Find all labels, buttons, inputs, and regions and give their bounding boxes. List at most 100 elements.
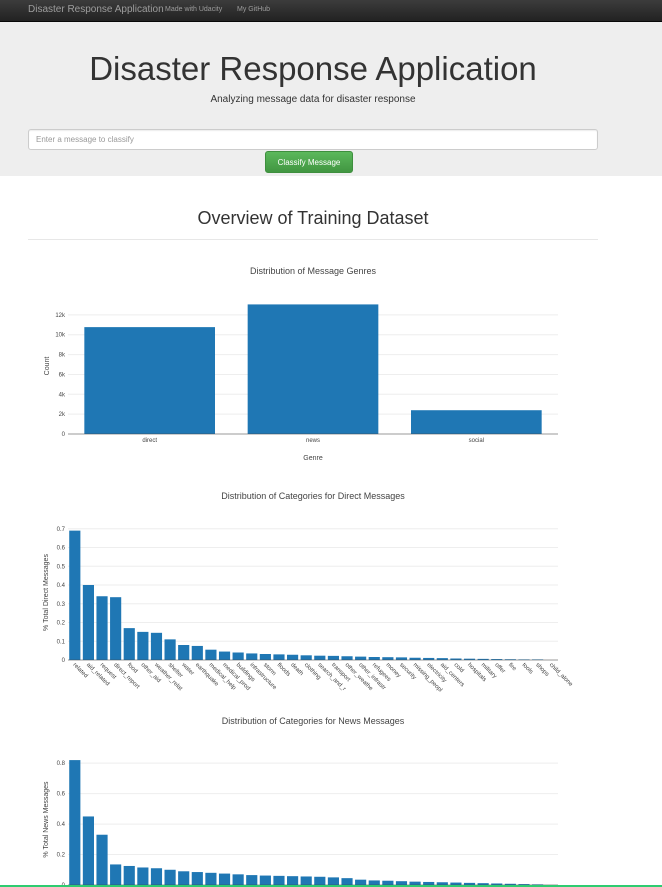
direct-chart-ytick-label: 0 (62, 658, 66, 664)
direct-chart-xtick-label: fire (507, 662, 518, 673)
message-input[interactable] (28, 129, 598, 150)
direct-chart-bar (287, 654, 299, 660)
direct-chart-ytick-label: 0.3 (57, 602, 66, 608)
news-chart-bar (341, 878, 353, 885)
news-chart-yaxis-title: % Total News Messages (43, 781, 50, 858)
news-chart-bar (232, 874, 244, 885)
direct-chart-xtick-label: floods (276, 662, 292, 678)
direct-chart-bar (96, 596, 108, 660)
nav-link-github[interactable]: My GitHub (237, 6, 270, 13)
genre-chart-bar (247, 304, 379, 434)
genre-chart-ytick-label: 0 (62, 432, 66, 438)
classify-message-button[interactable]: Classify Message (265, 151, 353, 173)
news-chart-bar (218, 873, 231, 885)
chart-message-genres: Distribution of Message Genres 0 2k 4k 6k 8k 1… (44, 266, 558, 462)
direct-chart-bar (123, 628, 135, 660)
direct-chart-bar (259, 654, 271, 660)
direct-chart-bar (314, 655, 326, 660)
news-chart-ytick-label: 0.8 (57, 761, 66, 767)
jumbotron: Disaster Response Application Analyzing … (0, 22, 662, 176)
news-chart-bar (69, 760, 81, 885)
direct-chart-bar (246, 653, 258, 660)
direct-chart-ytick-label: 0.1 (57, 639, 66, 645)
news-chart-bar (150, 868, 163, 885)
direct-chart-bar (191, 645, 203, 660)
overview-title: Overview of Training Dataset (197, 208, 429, 228)
section-divider (28, 239, 598, 240)
genre-chart-bar (411, 410, 542, 434)
genre-chart-ytick-label: 2k (59, 412, 66, 418)
navbar: Disaster Response Application Made with … (0, 0, 662, 22)
genre-chart-xtick-label: news (306, 438, 320, 444)
genre-chart-ytick-label: 6k (59, 372, 66, 378)
genre-chart-title: Distribution of Message Genres (250, 266, 377, 276)
direct-chart-bar (178, 645, 190, 660)
direct-chart-bar (82, 585, 94, 660)
genre-chart-xtick-label: social (469, 438, 484, 444)
direct-chart-bar (423, 657, 435, 660)
genre-chart-ytick-label: 12k (55, 313, 66, 319)
news-chart-bar (205, 872, 217, 885)
direct-chart-bar (395, 657, 408, 660)
direct-chart-xtick-label: tools (521, 662, 534, 675)
direct-chart-bar (110, 597, 122, 660)
news-chart-bar (300, 876, 312, 885)
news-chart-title: Distribution of Categories for News Mess… (222, 716, 405, 726)
news-chart-ytick-label: 0.6 (57, 792, 66, 798)
direct-chart-bar (205, 649, 217, 660)
news-chart-bar (191, 872, 203, 885)
news-chart-bar (137, 867, 149, 885)
direct-chart-bar (164, 639, 176, 660)
direct-chart-bar (355, 656, 367, 660)
direct-chart-ytick-label: 0.6 (57, 546, 66, 552)
direct-chart-ytick-label: 0.5 (57, 564, 66, 570)
page-title: Disaster Response Application (89, 50, 537, 87)
news-chart-ytick-label: 0.2 (57, 853, 66, 859)
news-chart-bar (96, 834, 108, 885)
page-subtitle: Analyzing message data for disaster resp… (210, 94, 416, 105)
news-chart-ytick-label: 0.4 (57, 822, 66, 828)
news-chart-bar (314, 876, 326, 885)
chart-news-categories: Distribution of Categories for News Mess… (43, 716, 558, 887)
nav-link-udacity[interactable]: Made with Udacity (165, 6, 222, 13)
direct-chart-xtick-label: child_alone (548, 662, 574, 688)
direct-chart-bar (273, 654, 285, 660)
direct-chart-ytick-label: 0.7 (57, 527, 66, 533)
genre-chart-ytick-label: 8k (59, 353, 66, 359)
direct-chart-xtick-label: death (289, 662, 304, 677)
direct-chart-bar (137, 631, 149, 660)
genre-chart-ytick-label: 10k (55, 333, 66, 339)
news-chart-bar (287, 876, 299, 885)
news-chart-bar (259, 875, 271, 885)
direct-chart-bar (382, 657, 394, 660)
news-chart-bar (178, 871, 190, 885)
genre-chart-yaxis-title: Count (44, 357, 51, 376)
direct-chart-ytick-label: 0.2 (57, 621, 66, 627)
direct-chart-bar (69, 530, 81, 660)
news-chart-bar (246, 875, 258, 885)
direct-chart-xtick-label: shops (534, 662, 550, 678)
direct-chart-bar (409, 657, 421, 660)
direct-chart-bar (150, 632, 163, 660)
direct-chart-yaxis-title: % Total Direct Messages (43, 554, 50, 631)
direct-chart-bar (327, 655, 339, 660)
genre-chart-xtick-label: direct (142, 438, 157, 444)
chart-direct-categories: Distribution of Categories for Direct Me… (43, 491, 574, 694)
direct-chart-bar (218, 651, 231, 660)
news-chart-bar (164, 869, 176, 885)
genre-chart-bar (84, 327, 215, 434)
genre-chart-ytick-label: 4k (59, 392, 66, 398)
news-chart-bar (123, 865, 135, 885)
news-chart-bar (273, 875, 285, 885)
direct-chart-bar (341, 656, 353, 660)
direct-chart-bar (300, 655, 312, 660)
direct-chart-ytick-label: 0.4 (57, 583, 66, 589)
direct-chart-bar (232, 652, 244, 660)
direct-chart-title: Distribution of Categories for Direct Me… (221, 491, 405, 501)
navbar-brand[interactable]: Disaster Response Application (28, 4, 164, 15)
news-chart-bar (327, 877, 339, 885)
genre-chart-xaxis-title: Genre (303, 455, 323, 462)
news-chart-bar (82, 816, 94, 885)
direct-chart-bar (368, 657, 380, 660)
news-chart-bar (110, 864, 122, 885)
